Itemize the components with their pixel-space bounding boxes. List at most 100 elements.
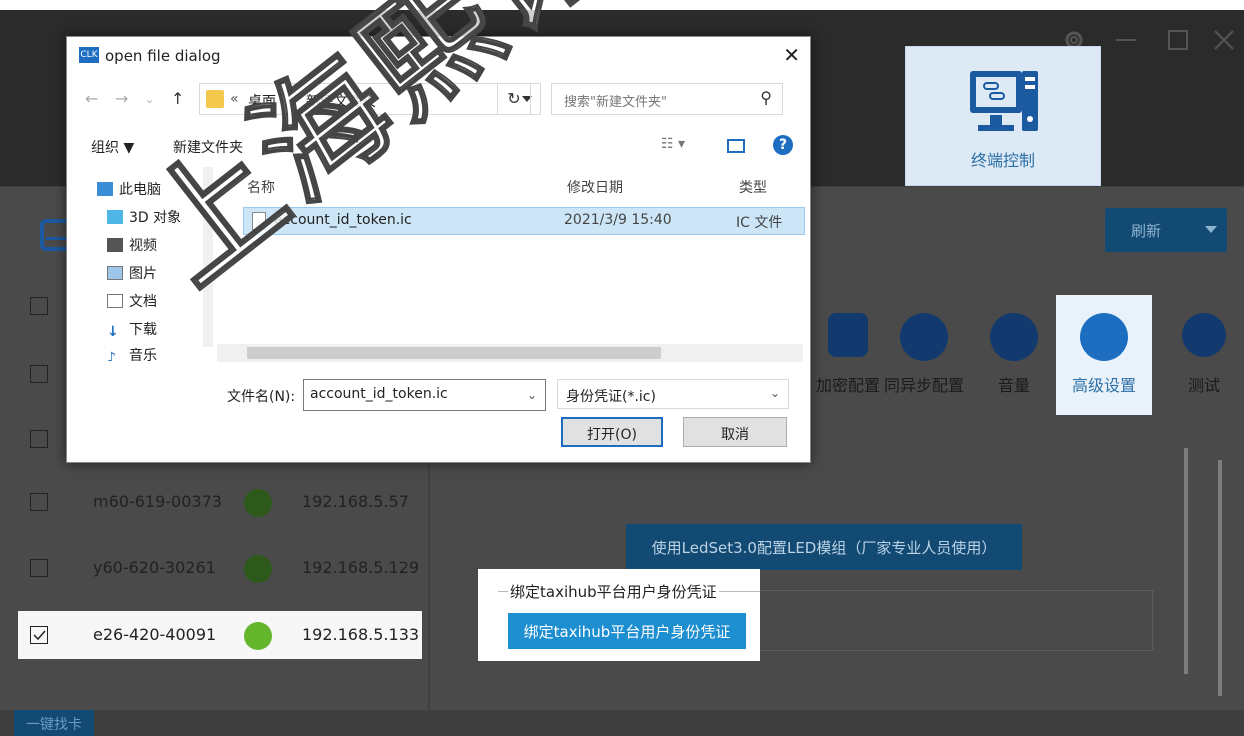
terminal-icon: [970, 71, 1038, 131]
minimize-icon[interactable]: [1114, 28, 1138, 56]
vertical-scrollbar[interactable]: [1218, 460, 1222, 696]
terminal-control-tile[interactable]: 终端控制: [905, 46, 1101, 186]
download-icon: ↓: [107, 324, 119, 340]
sidebar-item-label: 音乐: [129, 348, 157, 361]
file-type: IC 文件: [736, 215, 783, 231]
video-icon: [107, 238, 123, 252]
breadcrumb-desktop[interactable]: 桌面: [248, 91, 276, 111]
column-header-name[interactable]: 名称: [247, 177, 275, 197]
file-icon: [252, 212, 266, 230]
sidebar-item-this-pc[interactable]: 此电脑: [97, 179, 161, 203]
file-row[interactable]: account_id_token.ic 2021/3/9 15:40 IC 文件: [243, 207, 805, 235]
device-row[interactable]: m60-619-00373 192.168.5.57: [18, 478, 422, 526]
bind-credential-button[interactable]: 绑定taxihub平台用户身份凭证: [508, 613, 746, 649]
dialog-title-bar: CLK open file dialog ✕: [67, 37, 810, 77]
sidebar-item-label: 图片: [129, 266, 157, 282]
func-volume[interactable]: 音量: [974, 295, 1054, 415]
close-icon[interactable]: ✕: [783, 43, 800, 67]
checkmark-icon: [33, 630, 46, 641]
column-header-date[interactable]: 修改日期: [567, 177, 623, 197]
terminal-control-label: 终端控制: [970, 151, 1035, 170]
sidebar-item-downloads[interactable]: ↓ 下载: [107, 319, 157, 343]
scrollbar-thumb[interactable]: [247, 347, 661, 359]
document-icon: [107, 294, 123, 308]
device-ip: 192.168.5.57: [302, 492, 409, 511]
sync-icon: [900, 313, 948, 361]
filename-input[interactable]: account_id_token.ic ⌄: [303, 379, 546, 411]
preview-pane-icon[interactable]: [727, 139, 745, 153]
sidebar-item-videos[interactable]: 视频: [107, 235, 157, 259]
bind-credential-group: 绑定taxihub平台用户身份凭证 绑定taxihub平台用户身份凭证: [478, 569, 760, 661]
select-all-checkbox[interactable]: [30, 297, 48, 315]
vertical-scrollbar[interactable]: [203, 167, 213, 347]
breadcrumb-separator: ›: [288, 91, 294, 107]
refresh-label: 刷新: [1131, 222, 1162, 240]
maximize-icon[interactable]: [1166, 28, 1190, 56]
organize-menu[interactable]: 组织 ▼: [91, 137, 134, 157]
status-indicator: [244, 555, 272, 583]
chevron-down-icon[interactable]: ⌄: [145, 93, 154, 106]
back-icon[interactable]: ←: [85, 89, 98, 108]
open-file-dialog: CLK open file dialog ✕ ← → ⌄ ↑ « 桌面 › 新建…: [66, 36, 811, 463]
cancel-button[interactable]: 取消: [683, 417, 787, 447]
status-indicator: [244, 489, 272, 517]
refresh-icon[interactable]: ↻: [497, 83, 531, 115]
row-checkbox[interactable]: [30, 626, 48, 644]
app-icon: CLK: [79, 47, 99, 63]
refresh-button[interactable]: 刷新: [1105, 208, 1227, 252]
help-icon[interactable]: ?: [773, 135, 793, 155]
device-row[interactable]: e26-420-40091 192.168.5.133: [18, 611, 422, 659]
chevron-down-icon[interactable]: ⌄: [770, 386, 780, 400]
row-checkbox[interactable]: [30, 559, 48, 577]
vertical-scrollbar[interactable]: [1184, 448, 1188, 674]
device-name: y60-620-30261: [93, 558, 216, 577]
sidebar-item-music[interactable]: ♪ 音乐: [107, 345, 157, 361]
row-checkbox[interactable]: [30, 493, 48, 511]
func-advanced-settings[interactable]: 高级设置: [1056, 295, 1152, 415]
column-header-type[interactable]: 类型: [739, 177, 767, 197]
test-icon: [1182, 313, 1226, 357]
up-icon[interactable]: ↑: [171, 89, 184, 108]
file-name: account_id_token.ic: [274, 212, 412, 228]
func-encryption[interactable]: 加密配置: [808, 295, 888, 415]
bind-group-title: 绑定taxihub平台用户身份凭证: [508, 581, 719, 602]
row-checkbox[interactable]: [30, 365, 48, 383]
chevron-down-icon[interactable]: [1205, 226, 1217, 233]
address-bar[interactable]: « 桌面 › 新建文件夹: [199, 83, 541, 115]
open-button[interactable]: 打开(O): [561, 417, 663, 447]
forward-icon[interactable]: →: [115, 89, 128, 108]
device-ip: 192.168.5.129: [302, 558, 420, 577]
sidebar-item-3d-objects[interactable]: 3D 对象: [107, 207, 181, 231]
func-label: 加密配置: [815, 376, 880, 395]
chevron-down-icon[interactable]: ⌄: [527, 388, 537, 402]
horizontal-scrollbar[interactable]: [217, 344, 803, 362]
breadcrumb-overflow[interactable]: «: [230, 91, 239, 107]
view-options-icon[interactable]: ☷ ▾: [661, 136, 685, 152]
sidebar-item-documents[interactable]: 文档: [107, 291, 157, 315]
dialog-toolbar: 组织 ▼ 新建文件夹 ☷ ▾ ?: [67, 125, 810, 165]
filetype-select[interactable]: 身份凭证(*.ic) ⌄: [557, 379, 789, 409]
status-indicator: [244, 622, 272, 650]
sidebar-item-label: 3D 对象: [129, 210, 182, 226]
picture-icon: [107, 266, 123, 280]
new-folder-button[interactable]: 新建文件夹: [173, 137, 243, 157]
search-input[interactable]: 搜索"新建文件夹" ⚲: [551, 83, 783, 115]
computer-icon: [97, 182, 113, 196]
find-card-button[interactable]: 一键找卡: [14, 710, 94, 736]
row-checkbox[interactable]: [30, 430, 48, 448]
search-icon: ⚲: [760, 88, 772, 107]
group-border: [1152, 590, 1153, 650]
device-name: e26-420-40091: [93, 625, 217, 644]
close-icon[interactable]: [1212, 28, 1236, 56]
func-test[interactable]: 测试: [1164, 295, 1244, 415]
func-sync[interactable]: 同异步配置: [884, 295, 964, 415]
breadcrumb-folder[interactable]: 新建文件夹: [306, 91, 376, 111]
sidebar-item-pictures[interactable]: 图片: [107, 263, 157, 287]
sidebar-item-label: 视频: [129, 238, 157, 254]
music-icon: ♪: [107, 350, 116, 361]
ledset-config-button[interactable]: 使用LedSet3.0配置LED模组（厂家专业人员使用）: [626, 524, 1022, 570]
device-row[interactable]: y60-620-30261 192.168.5.129: [18, 544, 422, 592]
group-border: [760, 650, 1152, 651]
search-placeholder: 搜索"新建文件夹": [564, 95, 667, 110]
func-label: 高级设置: [1071, 376, 1136, 395]
